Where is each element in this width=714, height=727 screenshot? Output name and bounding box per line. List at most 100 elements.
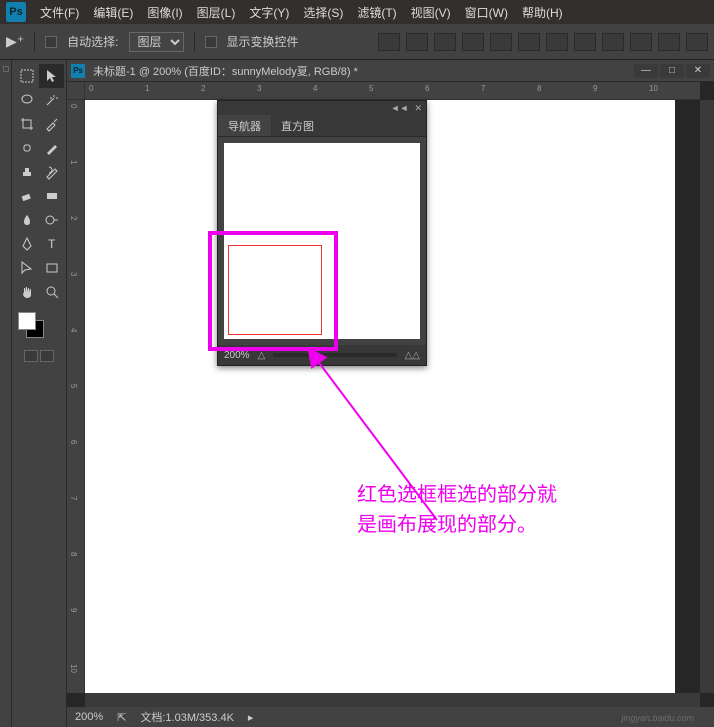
menu-filter[interactable]: 滤镜(T) [357,4,396,21]
menu-window[interactable]: 窗口(W) [465,4,508,21]
crop-tool[interactable] [14,112,39,136]
scrollbar-horizontal[interactable] [85,693,700,707]
zoom-out-icon[interactable]: △ [258,350,266,361]
gradient-tool[interactable] [39,184,64,208]
ruler-tick: 2 [201,84,205,93]
move-tool[interactable] [39,64,64,88]
menu-bar: Ps 文件(F) 编辑(E) 图像(I) 图层(L) 文字(Y) 选择(S) 滤… [0,0,714,24]
align-button[interactable] [406,33,428,51]
ruler-tick: 5 [69,384,78,388]
ruler-tick: 0 [69,104,78,108]
separator [34,32,35,52]
scrollbar-vertical[interactable] [700,100,714,693]
tab-navigator[interactable]: 导航器 [218,115,271,136]
navigator-footer: 200% △ △△ [218,345,426,365]
blur-tool[interactable] [14,208,39,232]
ruler-tick: 10 [69,664,78,673]
menu-type[interactable]: 文字(Y) [249,4,289,21]
panel-close-icon[interactable]: ✕ [414,103,422,114]
foreground-swatch[interactable] [18,312,36,330]
align-button[interactable] [490,33,512,51]
zoom-tool[interactable] [39,280,64,304]
menu-help[interactable]: 帮助(H) [522,4,563,21]
ruler-tick: 4 [69,328,78,332]
navigator-panel[interactable]: ◄◄ ✕ 导航器 直方图 200% △ △△ [217,100,427,366]
window-minimize-button[interactable]: — [634,64,658,78]
ruler-horizontal[interactable]: 0 1 2 3 4 5 6 7 8 9 10 [85,82,700,100]
navigator-body [218,137,426,345]
heal-tool[interactable] [14,136,39,160]
dock-handle-icon[interactable] [3,66,9,72]
tab-histogram[interactable]: 直方图 [271,115,324,136]
auto-select-dropdown[interactable]: 图层 [129,32,184,52]
workspace: T Ps 未标题-1 @ 200% (百度ID：sunnyMelody夏, RG… [0,60,714,727]
dodge-tool[interactable] [39,208,64,232]
document-area: Ps 未标题-1 @ 200% (百度ID：sunnyMelody夏, RGB/… [67,60,714,727]
menu-select[interactable]: 选择(S) [303,4,343,21]
watermark: jingyan.baidu.com [621,713,694,723]
status-zoom[interactable]: 200% [75,711,103,723]
zoom-slider[interactable] [273,353,396,357]
auto-select-label: 自动选择: [67,33,118,50]
panel-collapse-icon[interactable]: ◄◄ [391,103,409,113]
ruler-tick: 4 [313,84,317,93]
ruler-tick: 9 [593,84,597,93]
document-title: 未标题-1 @ 200% (百度ID：sunnyMelody夏, RGB/8) … [93,63,358,79]
ruler-tick: 1 [69,160,78,164]
window-close-button[interactable]: ✕ [686,64,710,78]
align-button[interactable] [630,33,652,51]
eraser-tool[interactable] [14,184,39,208]
brush-tool[interactable] [39,136,64,160]
move-tool-icon: ▶⁺ [6,33,24,50]
screenmode-button[interactable] [40,350,54,362]
align-button[interactable] [462,33,484,51]
align-button[interactable] [378,33,400,51]
wand-tool[interactable] [39,88,64,112]
menu-file[interactable]: 文件(F) [40,4,79,21]
pen-tool[interactable] [14,232,39,256]
navigator-view-box[interactable] [228,245,322,335]
ruler-tick: 6 [425,84,429,93]
ruler-tick: 0 [89,84,93,93]
show-transform-label: 显示变换控件 [227,33,299,50]
history-brush-tool[interactable] [39,160,64,184]
status-popup-icon[interactable]: ▸ [248,711,254,724]
ruler-tick: 1 [145,84,149,93]
eyedropper-tool[interactable] [39,112,64,136]
marquee-tool[interactable] [14,64,39,88]
align-button[interactable] [518,33,540,51]
align-button[interactable] [434,33,456,51]
zoom-in-icon[interactable]: △△ [405,350,420,361]
quickmask-button[interactable] [24,350,38,362]
align-button[interactable] [574,33,596,51]
align-button[interactable] [546,33,568,51]
stamp-tool[interactable] [14,160,39,184]
window-maximize-button[interactable]: □ [660,64,684,78]
status-arrow-icon[interactable]: ⇱ [117,711,126,724]
color-swatches[interactable] [14,312,64,344]
menu-view[interactable]: 视图(V) [411,4,451,21]
align-button[interactable] [658,33,680,51]
ruler-tick: 6 [69,440,78,444]
navigator-preview[interactable] [224,143,420,339]
menu-layer[interactable]: 图层(L) [197,4,236,21]
ruler-corner [67,82,85,100]
hand-tool[interactable] [14,280,39,304]
ruler-vertical[interactable]: 0 1 2 3 4 5 6 7 8 9 10 [67,100,85,693]
menu-edit[interactable]: 编辑(E) [93,4,133,21]
panel-tabs: 导航器 直方图 [218,115,426,137]
navigator-zoom-value[interactable]: 200% [224,350,250,361]
align-button[interactable] [602,33,624,51]
shape-tool[interactable] [39,256,64,280]
show-transform-checkbox[interactable] [205,36,217,48]
svg-text:T: T [48,237,56,251]
status-doc-info: 文档:1.03M/353.4K [140,709,234,725]
path-select-tool[interactable] [14,256,39,280]
type-tool[interactable]: T [39,232,64,256]
menu-image[interactable]: 图像(I) [147,4,182,21]
lasso-tool[interactable] [14,88,39,112]
dock-left [0,60,12,727]
auto-select-checkbox[interactable] [45,36,57,48]
panel-header[interactable]: ◄◄ ✕ [218,101,426,115]
align-button[interactable] [686,33,708,51]
